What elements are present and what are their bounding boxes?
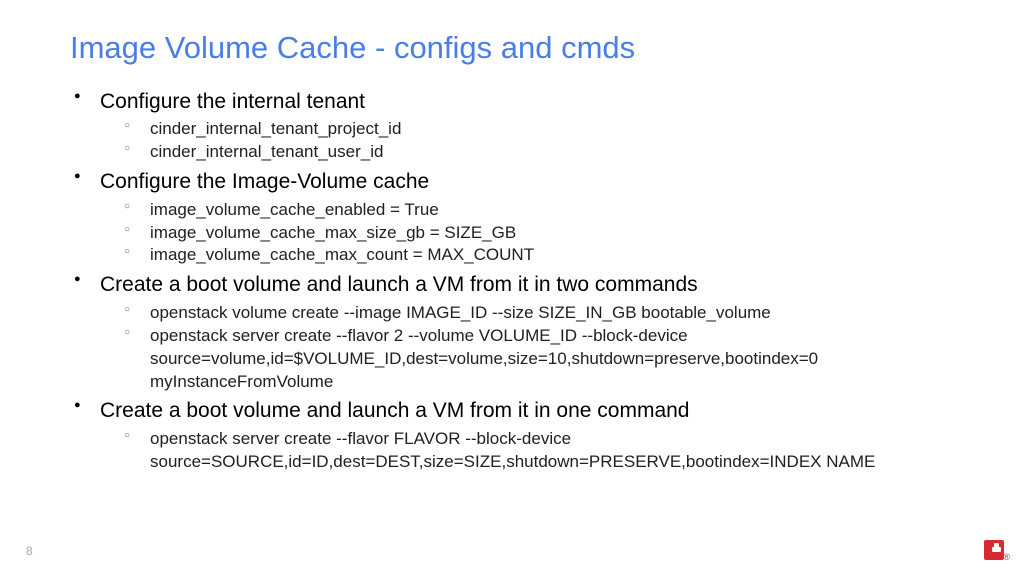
- sub-item: cinder_internal_tenant_user_id: [150, 141, 954, 164]
- sub-item: image_volume_cache_max_count = MAX_COUNT: [150, 244, 954, 267]
- sub-item: image_volume_cache_enabled = True: [150, 199, 954, 222]
- sub-item: openstack volume create --image IMAGE_ID…: [150, 302, 954, 325]
- sub-list: image_volume_cache_enabled = True image_…: [100, 199, 954, 268]
- slide-title: Image Volume Cache - configs and cmds: [70, 30, 954, 66]
- item-label: Configure the Image-Volume cache: [100, 168, 954, 196]
- item-label: Create a boot volume and launch a VM fro…: [100, 397, 954, 425]
- sub-item: cinder_internal_tenant_project_id: [150, 118, 954, 141]
- sub-list: openstack volume create --image IMAGE_ID…: [100, 302, 954, 394]
- sub-item: openstack server create --flavor 2 --vol…: [150, 325, 954, 394]
- item-label: Configure the internal tenant: [100, 88, 954, 116]
- logo-icon: ®: [984, 540, 1006, 562]
- sub-item: openstack server create --flavor FLAVOR …: [150, 428, 954, 474]
- list-item: Configure the internal tenant cinder_int…: [100, 88, 954, 164]
- sub-list: openstack server create --flavor FLAVOR …: [100, 428, 954, 474]
- list-item: Create a boot volume and launch a VM fro…: [100, 271, 954, 393]
- page-number: 8: [26, 544, 33, 558]
- sub-item: image_volume_cache_max_size_gb = SIZE_GB: [150, 222, 954, 245]
- main-bullet-list: Configure the internal tenant cinder_int…: [70, 88, 954, 474]
- item-label: Create a boot volume and launch a VM fro…: [100, 271, 954, 299]
- sub-list: cinder_internal_tenant_project_id cinder…: [100, 118, 954, 164]
- list-item: Configure the Image-Volume cache image_v…: [100, 168, 954, 267]
- list-item: Create a boot volume and launch a VM fro…: [100, 397, 954, 473]
